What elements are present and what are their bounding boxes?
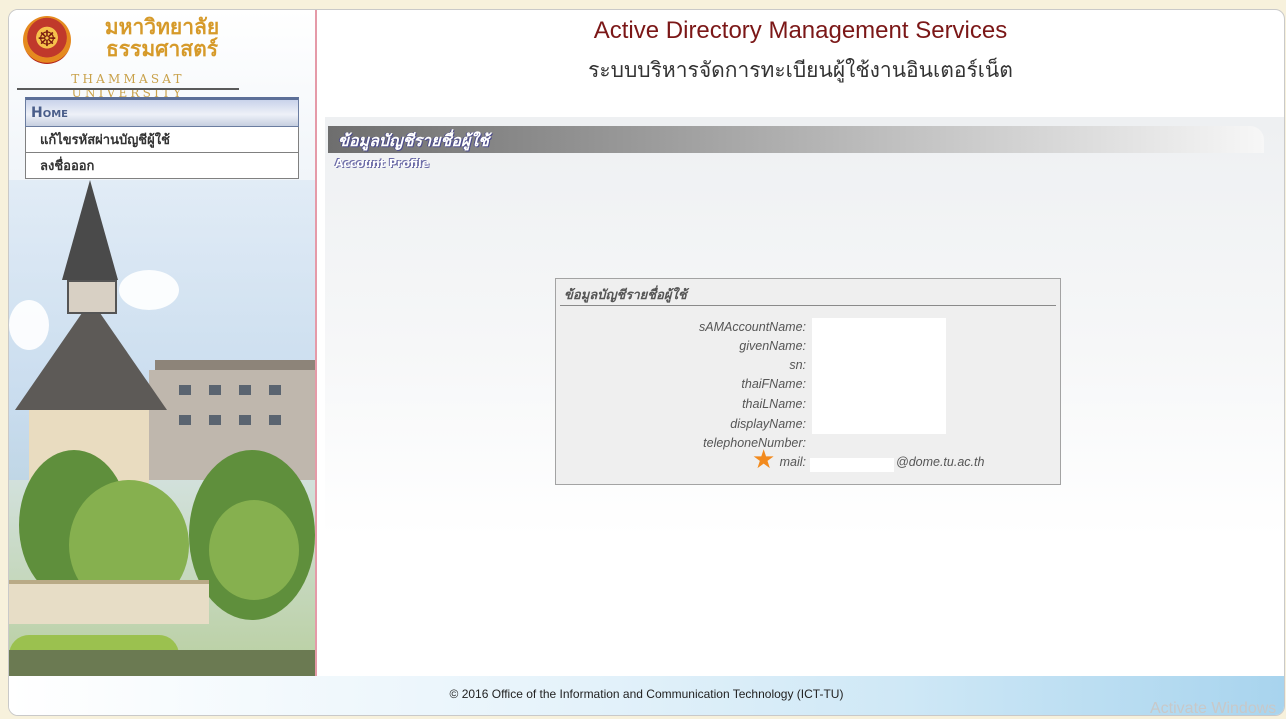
logo-thai-line2: ธรรมศาสตร์ (105, 36, 219, 61)
main-menu: Home แก้ไขรหัสผ่านบัญชีผู้ใช้ ลงชื่อออก (25, 97, 299, 179)
field-label: sn: (789, 358, 806, 372)
section-subtitle: Account Profile (335, 157, 430, 170)
content-panel: ข้อมูลบัญชีรายชื่อผู้ใช้ Account Profile… (325, 117, 1284, 537)
logo-thai-name: มหาวิทยาลัย ธรรมศาสตร์ (77, 16, 247, 60)
logo-thai-line1: มหาวิทยาลัย (104, 14, 220, 39)
campus-tower-illustration (9, 180, 315, 676)
page-subtitle: ระบบบริหารจัดการทะเบียนผู้ใช้งานอินเตอร์… (588, 58, 1013, 82)
university-logo[interactable]: ☸ มหาวิทยาลัย ธรรมศาสตร์ THAMMASAT UNIVE… (17, 14, 239, 100)
main-area: Active Directory Management Services ระบ… (317, 10, 1284, 676)
section-header: ข้อมูลบัญชีรายชื่อผู้ใช้ (328, 126, 1264, 153)
field-label: sAMAccountName: (699, 320, 806, 334)
field-row-thaifname: thaiFName: (556, 377, 1060, 396)
activate-windows-watermark: Activate Windows (1150, 700, 1277, 717)
left-sidebar: ☸ มหาวิทยาลัย ธรรมศาสตร์ THAMMASAT UNIVE… (9, 10, 317, 676)
menu-item-logout[interactable]: ลงชื่อออก (25, 153, 299, 179)
mail-domain: @dome.tu.ac.th (896, 455, 985, 469)
field-row-displayname: displayName: (556, 417, 1060, 436)
field-label: displayName: (730, 417, 806, 431)
page-title: Active Directory Management Services (593, 17, 1008, 44)
menu-home[interactable]: Home (25, 97, 299, 127)
field-label: thaiFName: (741, 377, 806, 391)
menu-item-change-password[interactable]: แก้ไขรหัสผ่านบัญชีผู้ใช้ (25, 127, 299, 153)
account-profile-box: ข้อมูลบัญชีรายชื่อผู้ใช้ sAMAccountName:… (555, 278, 1061, 485)
page-frame: ☸ มหาวิทยาลัย ธรรมศาสตร์ THAMMASAT UNIVE… (8, 9, 1285, 716)
field-label: thaiLName: (742, 397, 806, 411)
field-row-sn: sn: (556, 358, 1060, 377)
field-row-samaccountname: sAMAccountName: (556, 320, 1060, 339)
logo-underline (17, 88, 239, 90)
logo-english-name: THAMMASAT UNIVERSITY (71, 72, 185, 100)
field-row-givenname: givenName: (556, 339, 1060, 358)
university-seal-icon: ☸ (23, 16, 71, 64)
field-label: givenName: (739, 339, 806, 353)
redacted-values-block (812, 318, 946, 434)
footer: © 2016 Office of the Information and Com… (9, 676, 1284, 715)
profile-box-divider (560, 305, 1056, 306)
redacted-mail-block (810, 458, 894, 472)
field-row-telephonenumber: telephoneNumber: (556, 436, 1060, 455)
section-title: ข้อมูลบัญชีรายชื่อผู้ใช้ (338, 131, 490, 150)
profile-box-title: ข้อมูลบัญชีรายชื่อผู้ใช้ (564, 288, 687, 303)
field-label: mail: (779, 455, 806, 469)
star-icon: ★ (752, 445, 776, 475)
field-row-thailname: thaiLName: (556, 397, 1060, 416)
